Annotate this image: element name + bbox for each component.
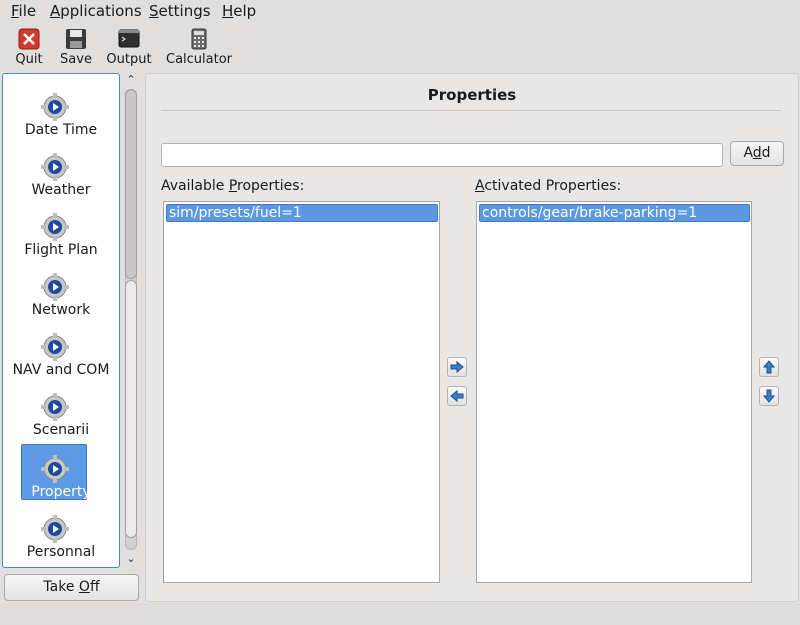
properties-panel: Properties Add Available Properties: Act… (145, 73, 799, 602)
sidebar-item-personnal[interactable]: Personnal (3, 506, 119, 562)
move-left-button[interactable] (447, 386, 467, 406)
gear-play-icon (41, 393, 69, 421)
list-item[interactable]: controls/gear/brake-parking=1 (479, 204, 750, 222)
sidebar-item-flight-plan[interactable]: Flight Plan (3, 204, 119, 260)
move-up-button[interactable] (759, 357, 779, 377)
gear-play-icon (41, 455, 69, 483)
gear-play-icon (41, 153, 69, 181)
arrow-left-icon (450, 389, 464, 403)
activated-properties-label: Activated Properties: (475, 178, 622, 194)
sidebar-item-date-time[interactable]: Date Time (3, 84, 119, 140)
property-input[interactable] (161, 143, 723, 167)
menu-bar: File Applications Settings Help (0, 0, 800, 22)
menu-help[interactable]: Help (222, 2, 256, 20)
activated-properties-list[interactable]: controls/gear/brake-parking=1 (476, 201, 752, 583)
calculator-icon (191, 28, 207, 50)
menu-file[interactable]: File (11, 2, 36, 20)
quit-button[interactable]: Quit (14, 28, 44, 67)
divider (161, 110, 781, 111)
scroll-up-icon[interactable]: ⌃ (123, 73, 139, 87)
output-button[interactable]: Output (106, 28, 152, 67)
status-bar (0, 603, 800, 625)
arrow-up-icon (762, 360, 776, 374)
sidebar: Date Time Weather Flight Plan Network NA… (2, 73, 120, 568)
arrow-right-icon (450, 360, 464, 374)
scroll-thumb[interactable] (125, 89, 137, 279)
gear-play-icon (41, 93, 69, 121)
available-properties-list[interactable]: sim/presets/fuel=1 (163, 201, 440, 583)
arrow-down-icon (762, 389, 776, 403)
toolbar: Quit Save Output Calculator (0, 24, 800, 70)
available-properties-label: Available Properties: (161, 178, 305, 194)
terminal-icon (118, 29, 140, 48)
panel-title: Properties (427, 86, 517, 104)
menu-settings[interactable]: Settings (149, 2, 211, 20)
menu-applications[interactable]: Applications (50, 2, 142, 20)
sidebar-item-nav-and-com[interactable]: NAV and COM (3, 324, 119, 380)
gear-play-icon (41, 333, 69, 361)
quit-icon (18, 28, 40, 50)
move-down-button[interactable] (759, 386, 779, 406)
move-right-button[interactable] (447, 357, 467, 377)
sidebar-item-property[interactable]: Property (3, 444, 119, 502)
gear-play-icon (41, 273, 69, 301)
save-icon (66, 29, 86, 49)
sidebar-scrollbar[interactable]: ⌃ ⌄ (123, 73, 139, 566)
gear-play-icon (41, 213, 69, 241)
list-item[interactable]: sim/presets/fuel=1 (166, 204, 438, 222)
add-button[interactable]: Add (730, 141, 784, 166)
scroll-down-icon[interactable]: ⌄ (123, 552, 139, 566)
take-off-button[interactable]: Take Off (4, 574, 139, 601)
sidebar-item-network[interactable]: Network (3, 264, 119, 320)
save-button[interactable]: Save (58, 28, 94, 67)
scroll-thumb-lower[interactable] (125, 280, 137, 538)
gear-play-icon (41, 515, 69, 543)
sidebar-item-weather[interactable]: Weather (3, 144, 119, 200)
sidebar-item-scenarii[interactable]: Scenarii (3, 384, 119, 440)
calculator-button[interactable]: Calculator (166, 28, 232, 67)
